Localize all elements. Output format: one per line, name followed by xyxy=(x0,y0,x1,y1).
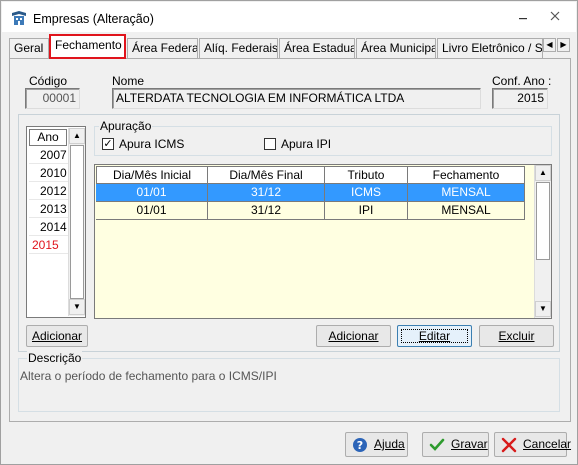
button-label: Ajuda xyxy=(374,437,405,451)
button-label: Adicionar xyxy=(328,329,379,343)
conf-ano-field: 2015 xyxy=(492,88,548,109)
tab-area-estadual[interactable]: Área Estadual xyxy=(279,38,355,58)
tab-scroll-right-button[interactable]: ▶ xyxy=(557,38,570,52)
apuracao-title: Apuração xyxy=(99,119,153,133)
list-item[interactable]: 2012 xyxy=(29,182,68,200)
svg-text:?: ? xyxy=(357,439,363,452)
close-icon xyxy=(550,11,560,21)
tab-area-federal[interactable]: Área Federal xyxy=(127,38,198,58)
column-header[interactable]: Dia/Mês Inicial xyxy=(96,166,208,184)
year-list-scrollbar[interactable]: ▲ ▼ xyxy=(68,128,85,316)
window-title: Empresas (Alteração) xyxy=(33,12,154,26)
apura-icms-checkbox[interactable]: ✓ xyxy=(102,138,114,150)
cancel-button[interactable]: Cancelar xyxy=(494,432,571,457)
title-bar: Empresas (Alteração) xyxy=(2,2,576,32)
dialog-window: Empresas (Alteração) Geral Fechamento Ár… xyxy=(0,0,578,465)
scroll-down-button[interactable]: ▼ xyxy=(69,299,85,315)
apura-icms-label: Apura ICMS xyxy=(119,137,185,151)
button-label: Gravar xyxy=(451,437,488,451)
descricao-title: Descrição xyxy=(27,351,83,365)
table-cell: 01/01 xyxy=(96,202,208,220)
checkmark-icon: ✓ xyxy=(103,138,113,150)
button-label: Editar xyxy=(418,329,451,343)
list-item[interactable]: 2007 xyxy=(29,146,68,164)
list-item-selected[interactable]: 2015 xyxy=(29,236,68,254)
delete-row-button[interactable]: Excluir xyxy=(479,325,554,347)
arrow-up-icon: ▲ xyxy=(73,131,81,140)
arrow-left-icon: ◀ xyxy=(546,40,553,49)
nome-field: ALTERDATA TECNOLOGIA EM INFORMÁTICA LTDA xyxy=(112,88,481,109)
tab-geral[interactable]: Geral xyxy=(9,38,49,58)
help-icon: ? xyxy=(353,438,367,452)
scroll-thumb[interactable] xyxy=(536,182,550,260)
tab-label: Área Municipal xyxy=(361,41,436,55)
minimize-button[interactable] xyxy=(515,10,531,24)
tab-livro-eletronico[interactable]: Livro Eletrônico / SP xyxy=(437,38,543,58)
table-cell: IPI xyxy=(325,202,408,220)
add-row-button[interactable]: Adicionar xyxy=(316,325,391,347)
column-header[interactable]: Tributo xyxy=(324,166,408,184)
table-cell: 01/01 xyxy=(96,184,208,202)
year-list-header: Ano xyxy=(29,129,67,146)
nome-label: Nome xyxy=(112,74,145,88)
close-button[interactable] xyxy=(547,10,563,24)
button-label: Excluir xyxy=(498,329,535,343)
tab-label: Área Estadual xyxy=(284,41,355,55)
tab-fechamento[interactable]: Fechamento xyxy=(49,34,126,59)
year-list[interactable]: Ano 2007 2010 2012 2013 2014 2015 ▲ ▼ xyxy=(26,126,86,318)
apura-ipi-label: Apura IPI xyxy=(281,137,332,151)
table-cell: MENSAL xyxy=(408,202,525,220)
help-button[interactable]: ? Ajuda xyxy=(345,432,408,457)
arrow-right-icon: ▶ xyxy=(560,40,567,49)
table-cell: ICMS xyxy=(325,184,408,202)
apura-ipi-checkbox[interactable] xyxy=(264,138,276,150)
tab-label: Alíq. Federais xyxy=(204,41,278,55)
arrow-down-icon: ▼ xyxy=(539,304,547,313)
fechamento-grid[interactable]: Dia/Mês Inicial Dia/Mês Final Tributo Fe… xyxy=(94,164,552,319)
conf-ano-label: Conf. Ano : xyxy=(492,74,552,88)
tab-strip: Geral Fechamento Área Federal Alíq. Fede… xyxy=(9,34,575,59)
descricao-text: Altera o período de fechamento para o IC… xyxy=(20,369,277,383)
tab-label: Livro Eletrônico / SP xyxy=(442,41,543,55)
scroll-up-button[interactable]: ▲ xyxy=(69,128,85,144)
codigo-field: 00001 xyxy=(25,88,80,109)
tab-label: Área Federal xyxy=(132,41,198,55)
arrow-down-icon: ▼ xyxy=(73,302,81,311)
save-button[interactable]: Gravar xyxy=(422,432,489,457)
button-label: Cancelar xyxy=(523,437,572,451)
descricao-group xyxy=(18,358,560,412)
list-item[interactable]: 2013 xyxy=(29,200,68,218)
scroll-up-button[interactable]: ▲ xyxy=(535,165,551,181)
list-item[interactable]: 2010 xyxy=(29,164,68,182)
tab-aliq-federais[interactable]: Alíq. Federais xyxy=(199,38,278,58)
grid-scrollbar[interactable]: ▲ ▼ xyxy=(534,165,551,318)
tab-scroll-left-button[interactable]: ◀ xyxy=(543,38,556,52)
cancel-x-icon xyxy=(501,437,517,453)
scroll-thumb[interactable] xyxy=(70,145,84,299)
column-header[interactable]: Dia/Mês Final xyxy=(207,166,325,184)
arrow-up-icon: ▲ xyxy=(539,168,547,177)
tab-label: Geral xyxy=(14,41,44,55)
table-cell: MENSAL xyxy=(408,184,525,202)
add-year-button[interactable]: Adicionar xyxy=(26,325,88,347)
company-icon xyxy=(12,11,26,25)
tab-label: Fechamento xyxy=(55,38,122,52)
table-cell: 31/12 xyxy=(208,184,325,202)
checkmark-icon xyxy=(429,438,445,451)
codigo-label: Código xyxy=(29,74,68,88)
tab-area-municipal[interactable]: Área Municipal xyxy=(356,38,436,58)
scroll-down-button[interactable]: ▼ xyxy=(535,301,551,317)
list-item[interactable]: 2014 xyxy=(29,218,68,236)
minimize-icon xyxy=(519,18,527,20)
button-label: Adicionar xyxy=(31,329,83,343)
table-cell: 31/12 xyxy=(208,202,325,220)
column-header[interactable]: Fechamento xyxy=(407,166,525,184)
edit-row-button[interactable]: Editar xyxy=(397,325,472,347)
